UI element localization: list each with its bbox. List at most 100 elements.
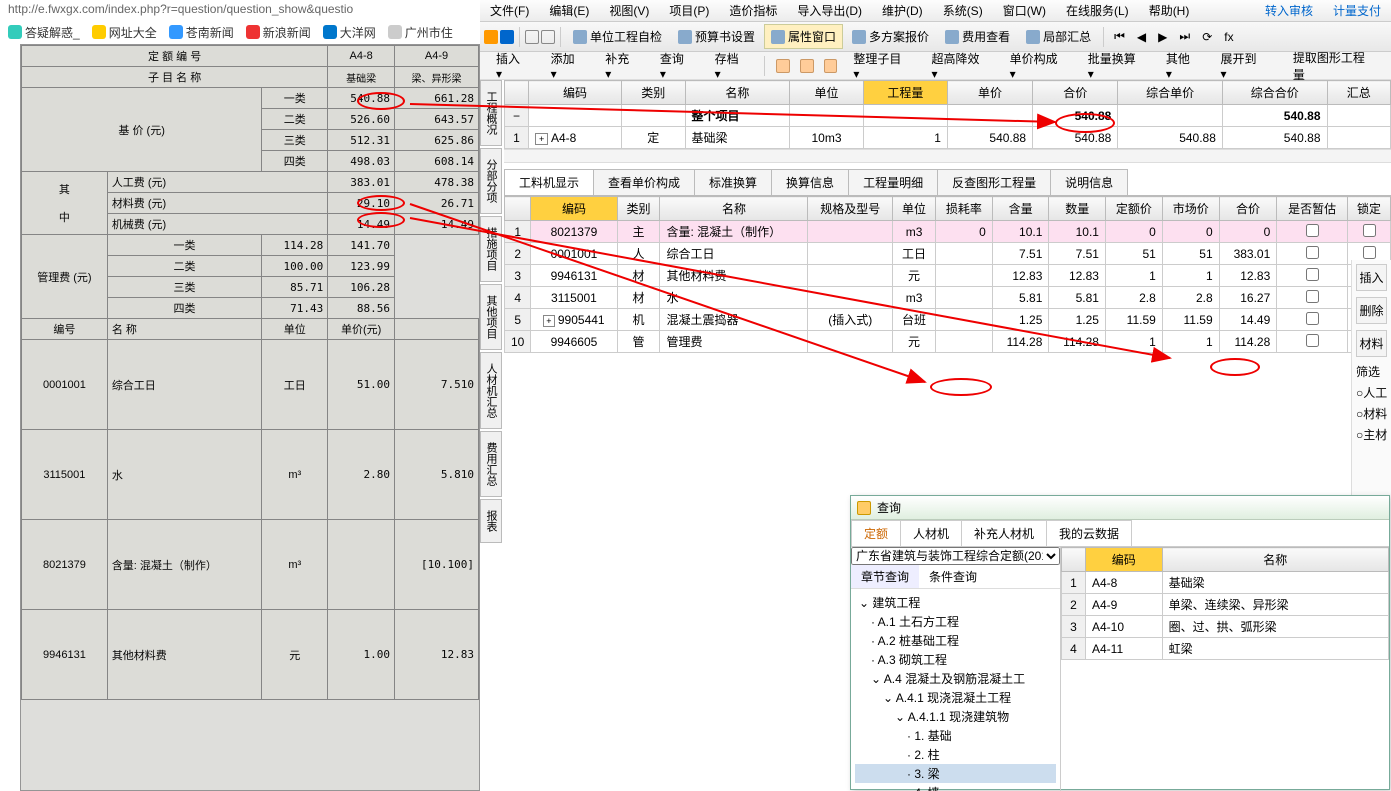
grid-header[interactable]: 汇总 [1327, 81, 1391, 105]
grid-header[interactable]: 编码 [529, 81, 622, 105]
paste-icon[interactable] [824, 59, 838, 73]
grid-header[interactable]: 名称 [685, 81, 790, 105]
query-subtab[interactable]: 章节查询 [851, 565, 919, 588]
detail-tab[interactable]: 反查图形工程量 [937, 169, 1051, 195]
radio-main-material[interactable]: ○主材 [1356, 426, 1387, 443]
tree-item[interactable]: ⌄ A.4.1.1 现浇建筑物 [855, 707, 1056, 726]
tree-item[interactable]: ⌄ 建筑工程 [855, 593, 1056, 612]
detail-tab[interactable]: 标准换算 [694, 169, 772, 195]
sub-toolbar-item[interactable]: 补充 ▾ [597, 48, 646, 83]
menu-item[interactable]: 系统(S) [937, 0, 989, 21]
menu-item[interactable]: 维护(D) [876, 0, 929, 21]
tree-item[interactable]: · 1. 基础 [855, 726, 1056, 745]
menu-item[interactable]: 视图(V) [603, 0, 655, 21]
bookmark-item[interactable]: 新浪新闻 [246, 24, 311, 41]
menu-item[interactable]: 在线服务(L) [1060, 0, 1135, 21]
delete-button[interactable]: 删除 [1356, 297, 1387, 324]
norm-tree[interactable]: ⌄ 建筑工程· A.1 土石方工程· A.2 桩基础工程· A.3 砌筑工程⌄ … [851, 589, 1060, 791]
refresh-icon[interactable]: ⟳ [1197, 27, 1217, 47]
tree-item[interactable]: · 2. 柱 [855, 745, 1056, 764]
menu-item[interactable]: 帮助(H) [1143, 0, 1196, 21]
detail-header[interactable]: 名称 [660, 197, 808, 221]
grid-header[interactable]: 单位 [790, 81, 864, 105]
side-tab[interactable]: 措施项目 [480, 216, 502, 282]
detail-header[interactable]: 损耗率 [936, 197, 993, 221]
detail-tab[interactable]: 换算信息 [771, 169, 849, 195]
detail-header[interactable]: 是否暂估 [1277, 197, 1348, 221]
query-result-row[interactable]: 1A4-8基础梁 [1062, 572, 1389, 594]
save-icon[interactable] [500, 30, 514, 44]
detail-header[interactable]: 类别 [617, 197, 660, 221]
menu-item[interactable]: 窗口(W) [997, 0, 1052, 21]
cut-icon[interactable] [776, 59, 790, 73]
grid-header[interactable]: 单价 [947, 81, 1032, 105]
extract-graphic-qty[interactable]: 提取图形工程量 [1285, 47, 1383, 85]
side-tab[interactable]: 费用汇总 [480, 431, 502, 497]
detail-header[interactable]: 规格及型号 [808, 197, 893, 221]
tree-item[interactable]: · 3. 梁 [855, 764, 1056, 783]
redo-icon[interactable] [541, 30, 555, 44]
copy-icon[interactable] [800, 59, 814, 73]
norm-select[interactable]: 广东省建筑与装饰工程综合定额(201 [851, 547, 1060, 565]
lock-checkbox[interactable] [1363, 224, 1376, 237]
bookmark-item[interactable]: 答疑解惑_ [8, 24, 80, 41]
tree-item[interactable]: · 4. 墙 [855, 783, 1056, 791]
bookmark-item[interactable]: 大洋网 [323, 24, 376, 41]
menu-item[interactable]: 项目(P) [663, 0, 715, 21]
grid-header[interactable]: 工程量 [863, 81, 947, 105]
grid-header[interactable]: 类别 [622, 81, 685, 105]
estimate-checkbox[interactable] [1306, 268, 1319, 281]
side-tab[interactable]: 工程概况 [480, 80, 502, 146]
last-icon[interactable]: ⏭ [1174, 26, 1195, 47]
partial-summary[interactable]: 局部汇总 [1019, 24, 1098, 49]
menu-item[interactable]: 造价指标 [723, 0, 783, 21]
detail-header[interactable]: 编码 [531, 197, 617, 221]
radio-material[interactable]: ○材料 [1356, 405, 1387, 422]
detail-header[interactable]: 含量 [992, 197, 1049, 221]
tree-item[interactable]: · A.1 土石方工程 [855, 612, 1056, 631]
undo-icon[interactable] [525, 30, 539, 44]
sub-toolbar-item[interactable]: 其他 ▾ [1158, 48, 1207, 83]
query-titlebar[interactable]: 查询 [851, 496, 1389, 520]
lock-checkbox[interactable] [1363, 246, 1376, 259]
detail-tab[interactable]: 工程量明细 [848, 169, 938, 195]
query-grid-header[interactable]: 名称 [1162, 548, 1388, 572]
tree-item[interactable]: ⌄ A.4 混凝土及钢筋混凝土工 [855, 669, 1056, 688]
detail-tab[interactable]: 工料机显示 [504, 169, 594, 195]
estimate-checkbox[interactable] [1306, 312, 1319, 325]
side-tab[interactable]: 其他项目 [480, 284, 502, 350]
detail-header[interactable]: 单位 [893, 197, 936, 221]
next-icon[interactable]: ▶ [1153, 27, 1172, 47]
detail-row[interactable]: 18021379主含量: 混凝土（制作）m3010.110.1000 [505, 221, 1391, 243]
cost-view[interactable]: 费用查看 [938, 24, 1017, 49]
horizontal-scrollbar[interactable] [504, 149, 1391, 163]
estimate-checkbox[interactable] [1306, 224, 1319, 237]
detail-header[interactable]: 市场价 [1162, 197, 1219, 221]
grid-header[interactable]: 合价 [1033, 81, 1118, 105]
detail-header[interactable] [505, 197, 531, 221]
detail-tab[interactable]: 查看单价构成 [593, 169, 695, 195]
sub-toolbar-item[interactable]: 添加 ▾ [543, 48, 592, 83]
menu-item[interactable]: 计量支付 [1327, 0, 1387, 21]
detail-header[interactable]: 定额价 [1105, 197, 1162, 221]
bookmark-item[interactable]: 苍南新闻 [169, 24, 234, 41]
first-icon[interactable]: ⏮ [1109, 26, 1130, 47]
sub-toolbar-item[interactable]: 插入 ▾ [488, 48, 537, 83]
menu-item[interactable]: 文件(F) [484, 0, 535, 21]
unit-self-check[interactable]: 单位工程自检 [566, 24, 669, 49]
query-tab[interactable]: 我的云数据 [1046, 520, 1132, 546]
sub-toolbar-item[interactable]: 整理子目 ▾ [845, 48, 917, 83]
estimate-checkbox[interactable] [1306, 290, 1319, 303]
budget-settings[interactable]: 预算书设置 [671, 24, 762, 49]
multi-offer[interactable]: 多方案报价 [845, 24, 936, 49]
detail-row[interactable]: 43115001材水m35.815.812.82.816.27 [505, 287, 1391, 309]
bookmark-item[interactable]: 广州市住 [388, 24, 453, 41]
prev-icon[interactable]: ◀ [1132, 27, 1151, 47]
tree-item[interactable]: · A.2 桩基础工程 [855, 631, 1056, 650]
query-grid-header[interactable] [1062, 548, 1086, 572]
tree-item[interactable]: · A.3 砌筑工程 [855, 650, 1056, 669]
menu-item[interactable]: 转入审核 [1259, 0, 1319, 21]
query-result-row[interactable]: 4A4-11虹梁 [1062, 638, 1389, 660]
menu-item[interactable]: 编辑(E) [543, 0, 595, 21]
property-window[interactable]: 属性窗口 [764, 24, 843, 49]
